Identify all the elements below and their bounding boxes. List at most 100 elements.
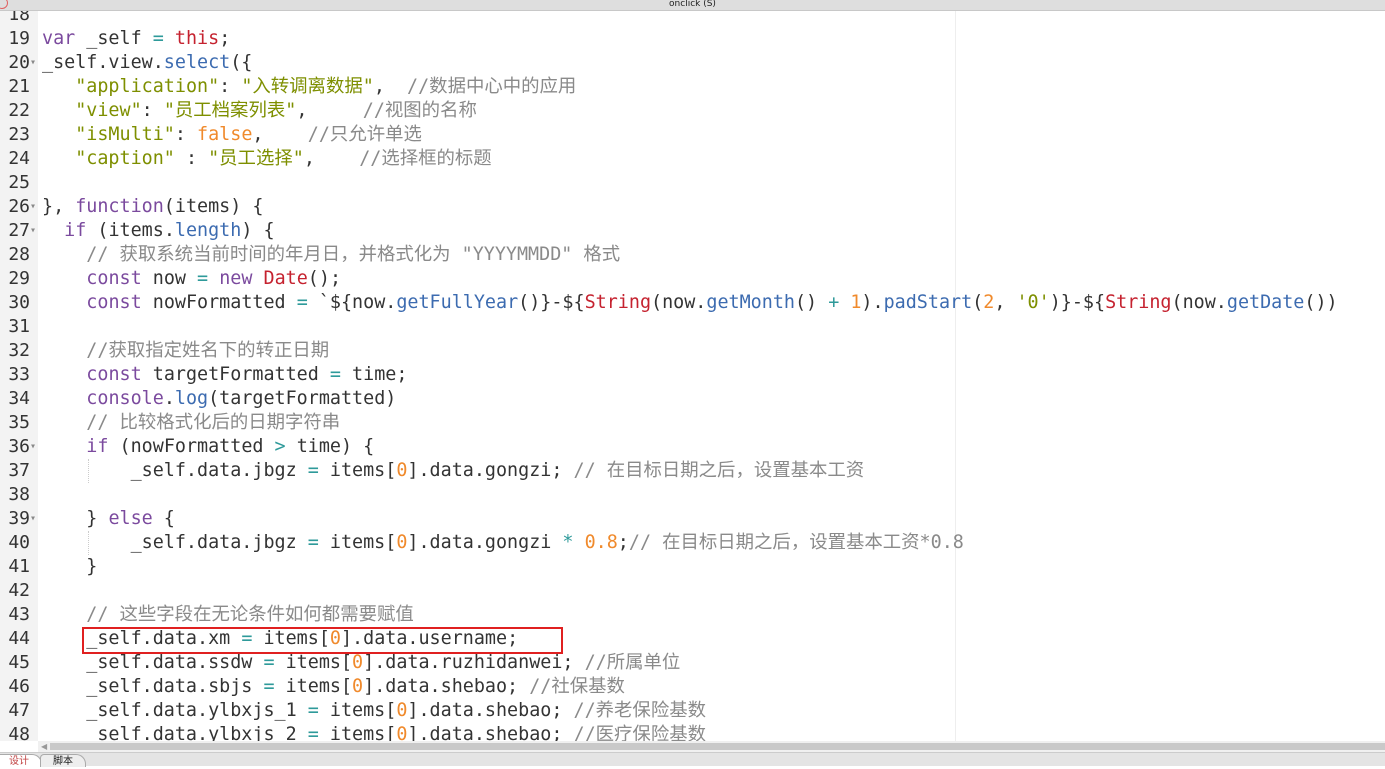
line-number: 32 [8,340,30,361]
code-token: ].data.gongzi [407,532,563,553]
code-token: } [42,556,98,577]
code-token: 0 [396,460,408,481]
line-number: 46 [8,676,30,697]
code-token: items[ [318,700,397,721]
code-token: ].data.gongzi; [407,460,574,481]
code-text: const targetFormatted = time; [42,363,407,387]
code-token: } [42,508,109,529]
code-token: _self.data.ssdw [42,652,264,673]
code-token: , [303,148,360,169]
code-token: nowFormatted [141,292,297,313]
code-token: this [174,28,220,49]
code-text: const now = new Date(); [42,267,341,291]
line-number: 41 [8,556,30,577]
code-token: 0 [396,724,408,741]
code-token: (now. [651,292,707,313]
code-token: . [163,388,175,409]
code-text: "caption" : "员工选择", //选择框的标题 [42,147,491,171]
code-token: //医疗保险基数 [573,724,707,741]
code-token: = [307,700,319,721]
code-token: = [307,724,319,741]
code-token: // 在目标日期之后，设置基本工资 [573,460,865,481]
code-token: { [152,508,175,529]
code-text: if (nowFormatted > time) { [42,435,374,459]
code-text: //获取指定姓名下的转正日期 [42,339,329,363]
code-token: ({ [230,52,253,73]
fold-toggle-icon[interactable]: ▾ [30,195,36,219]
code-token: 0 [352,676,364,697]
code-token: padStart [883,292,973,313]
code-token: 0.8 [584,532,618,553]
code-token: (targetFormatted) [208,388,397,409]
code-token: = [152,28,164,49]
code-token: getDate [1226,292,1305,313]
scroll-left-icon[interactable]: ◀ [41,741,47,752]
code-token: _self.data.ylbxjs_2 [42,724,308,741]
code-token: "caption" [75,148,175,169]
code-token: // 这些字段在无论条件如何都需要赋值 [86,604,414,625]
fold-toggle-icon[interactable]: ▾ [30,51,36,75]
code-token: getMonth [706,292,795,313]
code-token: (now. [1171,292,1227,313]
code-token: "isMulti" [75,124,175,145]
highlight-box [82,627,563,654]
line-number: 25 [8,172,30,193]
code-token: items[ [274,652,353,673]
code-token: )}-${ [1049,292,1106,313]
code-token: if [64,220,87,241]
code-text: _self.data.jbgz = items[0].data.gongzi; … [42,459,865,483]
code-token: ].data.ruzhidanwei; [363,652,585,673]
code-token: else [108,508,153,529]
code-token: '0' [1016,292,1050,313]
code-token: ()) [1304,292,1338,313]
horizontal-scrollbar[interactable]: ◀ [38,741,1385,752]
code-text: _self.data.sbjs = items[0].data.shebao; … [42,675,625,699]
tab-script[interactable]: 脚本 [40,754,86,767]
code-token: = [263,676,275,697]
code-text: _self.data.ssdw = items[0].data.ruzhidan… [42,651,680,675]
line-number: 39 [8,508,30,529]
code-token: : [141,100,164,121]
code-token: //养老保险基数 [573,700,707,721]
line-number: 20 [8,52,30,73]
code-token: const [86,268,142,289]
code-token: = [329,364,341,385]
code-token: , [252,124,308,145]
tab-design[interactable]: 设计 [0,754,42,767]
scrollbar-thumb[interactable] [50,743,1385,750]
code-text: "application": "入转调离数据", //数据中心中的应用 [42,75,576,99]
code-token: // 比较格式化后的日期字符串 [86,412,341,433]
code-token: (); [307,268,342,289]
fold-toggle-icon[interactable]: ▾ [30,435,36,459]
print-margin [955,11,956,741]
code-text: _self.data.ylbxjs_1 = items[0].data.sheb… [42,699,706,723]
code-token: _self [75,28,153,49]
line-number: 33 [8,364,30,385]
line-number: 40 [8,532,30,553]
code-token: ].data.shebao; [407,700,574,721]
code-token: time; [340,364,408,385]
line-number: 48 [8,724,30,741]
line-number: 26 [8,196,30,217]
line-number: 42 [8,580,30,601]
code-token: String [584,292,652,313]
fold-toggle-icon[interactable]: ▾ [30,219,36,243]
code-token: //社保基数 [529,676,625,697]
fold-toggle-icon[interactable]: ▾ [30,507,36,531]
code-editor[interactable]: 18 19 var _self = this; 20 ▾ _self.view.selec… [0,11,1385,741]
code-token: //视图的名称 [362,100,477,121]
code-token: _self.data.jbgz [42,460,308,481]
code-token: ( [972,292,984,313]
code-token: "view" [75,100,142,121]
code-token: items[ [318,724,397,741]
code-token: , [373,76,408,97]
code-token: getFullYear [396,292,519,313]
code-text: // 比较格式化后的日期字符串 [42,411,340,435]
code-token: ). [861,292,884,313]
